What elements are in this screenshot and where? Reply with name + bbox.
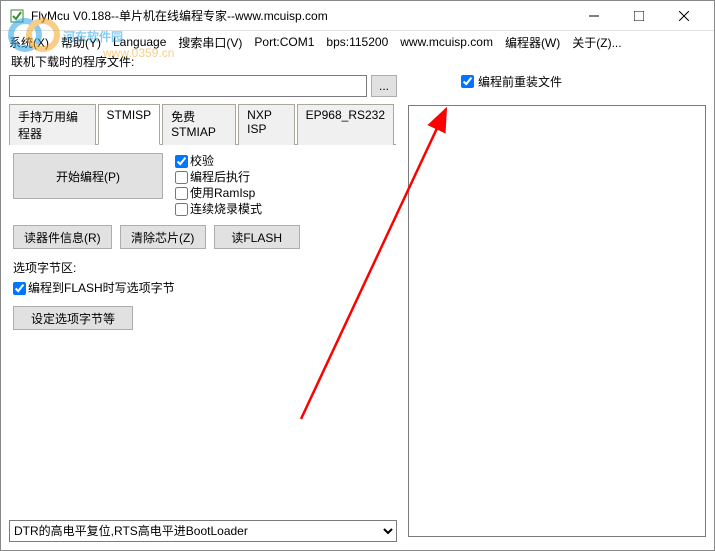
menu-system[interactable]: 系统(X): [9, 34, 49, 51]
menu-site[interactable]: www.mcuisp.com: [400, 35, 493, 49]
maximize-button[interactable]: [616, 2, 661, 30]
menu-bps[interactable]: bps:115200: [326, 35, 388, 49]
check-continuous[interactable]: 连续烧录模式: [175, 201, 262, 217]
option-bytes-section: 选项字节区: 编程到FLASH时写选项字节 设定选项字节等: [13, 259, 392, 330]
tab-content-stmisp: 开始编程(P) 校验 编程后执行 使用RamIsp 连续烧录模式 读器件信息(R…: [9, 145, 396, 338]
file-path-input[interactable]: [9, 75, 367, 97]
set-option-bytes-button[interactable]: 设定选项字节等: [13, 306, 133, 330]
read-device-info-button[interactable]: 读器件信息(R): [13, 225, 112, 249]
menu-port[interactable]: Port:COM1: [254, 35, 314, 49]
left-pane: 手持万用编程器 STMISP 免费STMIAP NXP ISP EP968_RS…: [1, 101, 404, 550]
program-options: 校验 编程后执行 使用RamIsp 连续烧录模式: [175, 153, 262, 217]
reset-mode-select[interactable]: DTR的高电平复位,RTS高电平进BootLoader: [9, 520, 397, 542]
close-button[interactable]: [661, 2, 706, 30]
tab-stmiap[interactable]: 免费STMIAP: [162, 104, 236, 145]
check-verify[interactable]: 校验: [175, 153, 262, 169]
app-icon: [9, 8, 25, 24]
log-output[interactable]: [408, 105, 706, 537]
tab-handheld[interactable]: 手持万用编程器: [9, 104, 96, 145]
tabs: 手持万用编程器 STMISP 免费STMIAP NXP ISP EP968_RS…: [9, 103, 396, 145]
browse-button[interactable]: ...: [371, 75, 397, 97]
menu-search-port[interactable]: 搜索串口(V): [178, 34, 242, 51]
reload-checkbox[interactable]: [461, 75, 474, 88]
reload-label: 编程前重装文件: [478, 73, 562, 90]
right-pane: [404, 101, 714, 550]
window-controls: [571, 2, 706, 30]
menu-about[interactable]: 关于(Z)...: [572, 34, 621, 51]
check-ramisp[interactable]: 使用RamIsp: [175, 185, 262, 201]
file-row: ...: [1, 71, 714, 101]
window-title: FlyMcu V0.188--单片机在线编程专家--www.mcuisp.com: [31, 7, 571, 24]
tab-nxpisp[interactable]: NXP ISP: [238, 104, 294, 145]
menu-language[interactable]: Language: [113, 35, 166, 49]
main-area: 手持万用编程器 STMISP 免费STMIAP NXP ISP EP968_RS…: [1, 101, 714, 550]
tab-ep968[interactable]: EP968_RS232: [297, 104, 394, 145]
menu-bar: 系统(X) 帮助(Y) Language 搜索串口(V) Port:COM1 b…: [1, 31, 714, 53]
file-label: 联机下载时的程序文件:: [1, 53, 714, 71]
tab-stmisp[interactable]: STMISP: [98, 104, 161, 145]
start-program-button[interactable]: 开始编程(P): [13, 153, 163, 199]
read-flash-button[interactable]: 读FLASH: [214, 225, 300, 249]
minimize-button[interactable]: [571, 2, 616, 30]
check-run-after[interactable]: 编程后执行: [175, 169, 262, 185]
check-write-option-bytes[interactable]: 编程到FLASH时写选项字节: [13, 280, 392, 296]
title-bar: FlyMcu V0.188--单片机在线编程专家--www.mcuisp.com: [1, 1, 714, 31]
erase-chip-button[interactable]: 清除芯片(Z): [120, 225, 206, 249]
option-area-label: 选项字节区:: [13, 259, 392, 276]
reload-before-program-check[interactable]: 编程前重装文件: [461, 73, 562, 90]
menu-programmer[interactable]: 编程器(W): [505, 34, 560, 51]
menu-help[interactable]: 帮助(Y): [61, 34, 101, 51]
